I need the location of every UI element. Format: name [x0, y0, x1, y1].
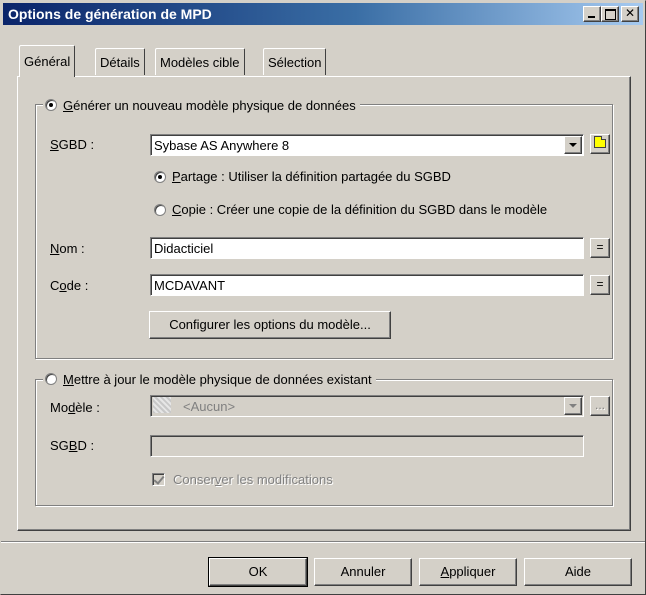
- ok-button[interactable]: OK: [208, 557, 308, 587]
- update-existing-model-option[interactable]: Mettre à jour le modèle physique de donn…: [43, 370, 376, 388]
- tab-details-label: Détails: [100, 55, 140, 70]
- update-existing-model-label: Mettre à jour le modèle physique de donn…: [63, 371, 372, 387]
- code-input[interactable]: MCDAVANT: [150, 274, 584, 296]
- window-title: Options de génération de MPD: [8, 6, 212, 22]
- tab-selection[interactable]: Sélection: [263, 48, 327, 75]
- modele-browse-button[interactable]: ...: [590, 396, 610, 416]
- sgbd-existing-label: SGBD :: [50, 438, 95, 453]
- sgbd-browse-button[interactable]: [590, 134, 610, 154]
- maximize-button[interactable]: [601, 6, 619, 22]
- generate-new-model-label: Générer un nouveau modèle physique de do…: [63, 97, 356, 113]
- help-button[interactable]: Aide: [524, 558, 632, 586]
- partage-label: Partage : Utiliser la définition partagé…: [172, 169, 451, 184]
- modele-select-value: <Aucun>: [183, 399, 236, 414]
- sgbd-dropdown-chevron-down-icon[interactable]: [564, 136, 582, 154]
- sgbd-select[interactable]: Sybase AS Anywhere 8: [150, 134, 584, 156]
- minimize-button[interactable]: [583, 6, 601, 22]
- partage-option[interactable]: Partage : Utiliser la définition partagé…: [154, 169, 451, 184]
- sgbd-label: SGBD :: [50, 137, 95, 152]
- footer-divider: [1, 541, 645, 543]
- copie-option[interactable]: Copie : Créer une copie de la définition…: [154, 202, 547, 217]
- tab-general-label: Général: [24, 54, 71, 69]
- keep-modifications-label: Conserver les modifications: [173, 472, 333, 487]
- cancel-button[interactable]: Annuler: [314, 558, 412, 586]
- tab-general[interactable]: Général: [19, 45, 76, 77]
- modele-dropdown-chevron-down-icon[interactable]: [564, 397, 582, 415]
- title-bar[interactable]: Options de génération de MPD ✕: [3, 3, 643, 25]
- tab-details[interactable]: Détails: [95, 48, 145, 75]
- tab-selection-label: Sélection: [268, 55, 322, 70]
- tab-target-models-label: Modèles cible: [160, 55, 240, 70]
- apply-button[interactable]: Appliquer: [419, 558, 517, 586]
- sgbd-select-value: Sybase AS Anywhere 8: [154, 138, 290, 153]
- configure-model-options-button[interactable]: Configurer les options du modèle...: [149, 311, 391, 339]
- model-placeholder-icon: [153, 397, 171, 413]
- code-equals-button[interactable]: =: [590, 275, 610, 295]
- sgbd-existing-field: [150, 435, 584, 457]
- nom-equals-button[interactable]: =: [590, 238, 610, 258]
- modele-label: Modèle :: [50, 400, 100, 415]
- modele-select[interactable]: <Aucun>: [150, 395, 584, 417]
- copie-label: Copie : Créer une copie de la définition…: [172, 202, 548, 217]
- nom-label: Nom :: [50, 241, 85, 256]
- close-button[interactable]: ✕: [621, 6, 639, 22]
- copie-radio[interactable]: [154, 203, 166, 216]
- update-existing-model-radio[interactable]: [45, 373, 57, 385]
- keep-modifications-checkbox[interactable]: [152, 473, 165, 486]
- nom-input-value: Didacticiel: [154, 241, 214, 256]
- tab-target-models[interactable]: Modèles cible: [155, 48, 245, 75]
- generate-new-model-option[interactable]: Générer un nouveau modèle physique de do…: [43, 96, 360, 114]
- code-input-value: MCDAVANT: [154, 278, 226, 293]
- nom-input[interactable]: Didacticiel: [150, 237, 584, 259]
- folder-icon: [594, 136, 606, 148]
- dialog-window: Options de génération de MPD ✕ Général D…: [0, 0, 646, 595]
- partage-radio[interactable]: [154, 170, 166, 183]
- generate-new-model-radio[interactable]: [45, 99, 57, 111]
- code-label: Code :: [50, 278, 89, 293]
